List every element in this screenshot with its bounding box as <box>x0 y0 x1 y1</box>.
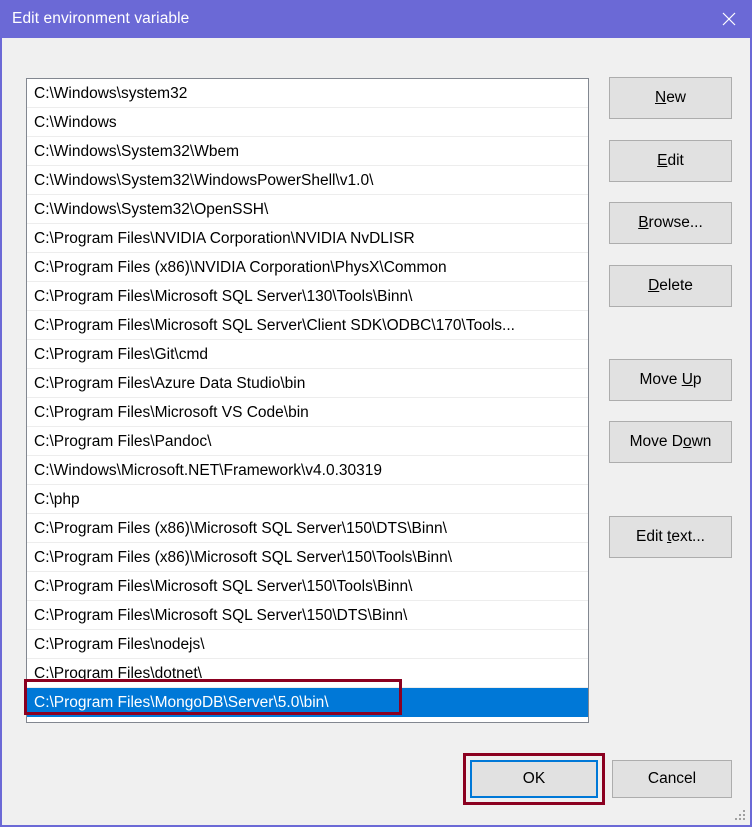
ok-button-label: OK <box>523 770 545 788</box>
list-item[interactable]: C:\Program Files\Git\cmd <box>27 340 588 369</box>
list-item[interactable]: C:\Windows\System32\WindowsPowerShell\v1… <box>27 166 588 195</box>
path-list[interactable]: C:\Windows\system32C:\WindowsC:\Windows\… <box>26 78 589 723</box>
cancel-button-label: Cancel <box>648 770 696 788</box>
edit-environment-variable-dialog: Edit environment variable C:\Windows\sys… <box>0 0 752 827</box>
browse-button-label: Browse... <box>638 214 703 232</box>
edit-text-button[interactable]: Edit text... <box>609 516 732 558</box>
delete-button-label: Delete <box>648 277 693 295</box>
list-item[interactable]: C:\Program Files\Microsoft SQL Server\Cl… <box>27 311 588 340</box>
list-item[interactable]: C:\Windows\System32\Wbem <box>27 137 588 166</box>
move-down-button-label: Move Down <box>630 433 712 451</box>
move-up-button-label: Move Up <box>639 371 701 389</box>
list-item[interactable]: C:\Windows <box>27 108 588 137</box>
list-item[interactable]: C:\Program Files\nodejs\ <box>27 630 588 659</box>
move-up-button[interactable]: Move Up <box>609 359 732 401</box>
list-item[interactable]: C:\Program Files\Microsoft SQL Server\15… <box>27 601 588 630</box>
list-item[interactable]: C:\Windows\system32 <box>27 79 588 108</box>
list-item[interactable]: C:\Windows\System32\OpenSSH\ <box>27 195 588 224</box>
list-item[interactable]: C:\Program Files\MongoDB\Server\5.0\bin\ <box>27 688 588 717</box>
move-down-button[interactable]: Move Down <box>609 421 732 463</box>
new-button-label: New <box>655 89 686 107</box>
window-title: Edit environment variable <box>12 10 189 28</box>
list-item[interactable]: C:\Program Files\NVIDIA Corporation\NVID… <box>27 224 588 253</box>
ok-button[interactable]: OK <box>470 760 598 798</box>
list-item[interactable]: C:\Program Files\dotnet\ <box>27 659 588 688</box>
title-bar: Edit environment variable <box>0 0 752 38</box>
edit-text-button-label: Edit text... <box>636 528 705 546</box>
resize-grip[interactable] <box>734 810 746 822</box>
list-item[interactable]: C:\Program Files (x86)\Microsoft SQL Ser… <box>27 514 588 543</box>
list-item[interactable]: C:\php <box>27 485 588 514</box>
cancel-button[interactable]: Cancel <box>612 760 732 798</box>
list-item[interactable]: C:\Program Files (x86)\Microsoft SQL Ser… <box>27 543 588 572</box>
new-button[interactable]: New <box>609 77 732 119</box>
list-item[interactable]: C:\Program Files\Microsoft VS Code\bin <box>27 398 588 427</box>
browse-button[interactable]: Browse... <box>609 202 732 244</box>
list-item[interactable]: C:\Program Files (x86)\NVIDIA Corporatio… <box>27 253 588 282</box>
list-item[interactable]: C:\Program Files\Azure Data Studio\bin <box>27 369 588 398</box>
edit-button-label: Edit <box>657 152 684 170</box>
close-icon[interactable] <box>706 0 752 38</box>
list-item[interactable]: C:\Windows\Microsoft.NET\Framework\v4.0.… <box>27 456 588 485</box>
list-item[interactable]: C:\Program Files\Microsoft SQL Server\15… <box>27 572 588 601</box>
delete-button[interactable]: Delete <box>609 265 732 307</box>
list-item[interactable]: C:\Program Files\Microsoft SQL Server\13… <box>27 282 588 311</box>
list-item[interactable]: C:\Program Files\Pandoc\ <box>27 427 588 456</box>
edit-button[interactable]: Edit <box>609 140 732 182</box>
